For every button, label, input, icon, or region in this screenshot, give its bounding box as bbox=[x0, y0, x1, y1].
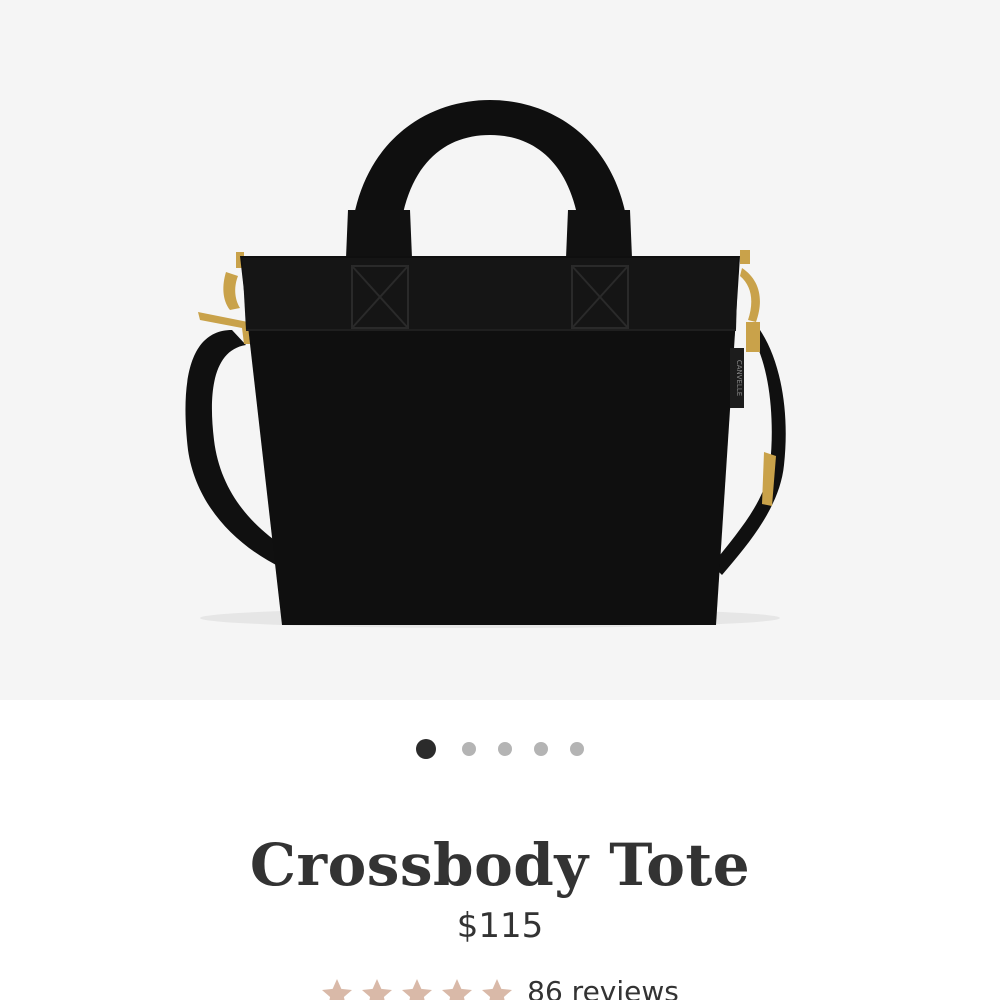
rating-summary[interactable]: 86 reviews bbox=[0, 975, 1000, 1000]
star-icon bbox=[362, 979, 393, 1000]
star-icon bbox=[322, 979, 353, 1000]
gallery-dot-3[interactable] bbox=[498, 742, 512, 756]
gallery-dot-2[interactable] bbox=[462, 742, 476, 756]
product-image: CANVELLE bbox=[185, 100, 786, 628]
product-image-gallery[interactable]: CANVELLE bbox=[0, 0, 1000, 700]
star-icon bbox=[442, 979, 473, 1000]
product-title: Crossbody Tote bbox=[249, 830, 751, 899]
star-icon bbox=[482, 979, 513, 1000]
star-rating bbox=[319, 976, 515, 1000]
reviews-link[interactable]: 86 reviews bbox=[527, 975, 679, 1000]
gallery-dot-1[interactable] bbox=[416, 739, 436, 759]
gallery-dot-4[interactable] bbox=[534, 742, 548, 756]
star-icon bbox=[402, 979, 433, 1000]
gallery-pagination bbox=[0, 737, 1000, 761]
right-clasp bbox=[740, 268, 760, 322]
product-price: $115 bbox=[456, 906, 544, 946]
brand-tag-text: CANVELLE bbox=[735, 360, 743, 396]
product-page: CANVELLE Crossbody Tote $115 86 reviews bbox=[0, 0, 1000, 1000]
left-clasp bbox=[223, 272, 240, 310]
gallery-dot-5[interactable] bbox=[570, 742, 584, 756]
